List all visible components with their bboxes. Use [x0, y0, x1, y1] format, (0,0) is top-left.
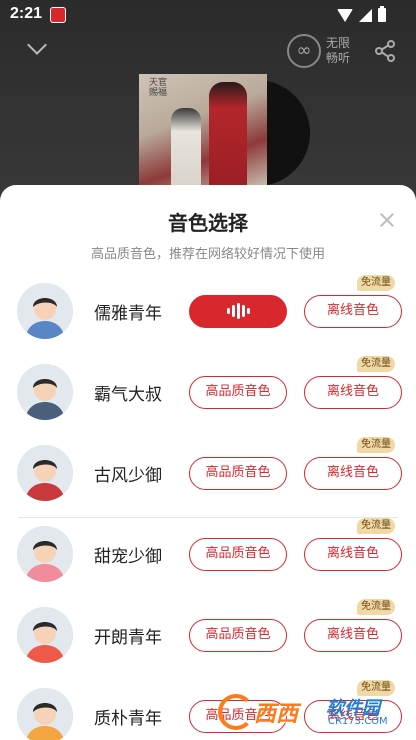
voice-avatar — [17, 607, 73, 663]
album-cover: 天官赐福 — [139, 74, 267, 186]
sheet-title: 音色选择 — [168, 211, 248, 235]
free-data-badge: 免流量 — [357, 599, 395, 615]
watermark-text: 西西 — [254, 702, 299, 727]
high-quality-voice-button[interactable]: 高品质音色 — [189, 457, 287, 490]
offline-voice-button[interactable]: 离线音色 — [304, 295, 402, 328]
offline-voice-button[interactable]: 离线音色 — [304, 376, 402, 409]
voice-name: 霸气大叔 — [94, 385, 162, 405]
sound-wave-icon — [226, 296, 250, 326]
wifi-icon — [337, 8, 353, 22]
voice-row: 开朗青年 高品质音色 离线音色 免流量 — [0, 599, 416, 680]
voice-list: 儒雅青年 离线音色 免流量 霸气大叔 高品质音色 离线音色 免流量 古风少御 高品质音色 离线… — [0, 275, 416, 740]
unlimited-label: 无限畅听 — [326, 36, 351, 65]
watermark-emblem — [218, 694, 254, 730]
voice-avatar — [17, 526, 73, 582]
free-data-badge: 免流量 — [357, 518, 395, 534]
battery-icon — [378, 6, 386, 22]
voice-name: 开朗青年 — [94, 628, 162, 648]
voice-row: 古风少御 高品质音色 离线音色 免流量 — [0, 437, 416, 518]
voice-avatar — [17, 364, 73, 420]
voice-name: 古风少御 — [94, 466, 162, 486]
close-icon[interactable] — [378, 211, 396, 229]
watermark-logo: 西西 软件园 CR173.COM — [218, 692, 398, 736]
offline-voice-button[interactable]: 离线音色 — [304, 457, 402, 490]
album-cover-title: 天官赐福 — [149, 78, 168, 98]
offline-voice-button[interactable]: 离线音色 — [304, 619, 402, 652]
sheet-subtitle: 高品质音色，推荐在网络较好情况下使用 — [90, 247, 325, 262]
free-data-badge: 免流量 — [357, 356, 395, 372]
high-quality-voice-button[interactable]: 高品质音色 — [189, 376, 287, 409]
high-quality-voice-button[interactable] — [189, 295, 287, 328]
offline-voice-button[interactable]: 离线音色 — [304, 538, 402, 571]
status-time: 2:21 — [10, 5, 43, 22]
album-figure-white — [171, 108, 201, 186]
status-bar: 2:21 — [0, 0, 416, 30]
high-quality-voice-button[interactable]: 高品质音色 — [189, 619, 287, 652]
voice-row: 甜宠少御 高品质音色 离线音色 免流量 — [0, 518, 416, 599]
voice-row: 儒雅青年 离线音色 免流量 — [0, 275, 416, 356]
voice-name: 儒雅青年 — [94, 304, 162, 324]
voice-row: 霸气大叔 高品质音色 离线音色 免流量 — [0, 356, 416, 437]
status-icons — [337, 6, 386, 22]
voice-name: 质朴青年 — [94, 709, 162, 729]
high-quality-voice-button[interactable]: 高品质音色 — [189, 538, 287, 571]
share-icon[interactable] — [374, 40, 396, 62]
voice-avatar — [17, 283, 73, 339]
free-data-badge: 免流量 — [357, 437, 395, 453]
infinity-icon: ∞ — [287, 34, 321, 68]
watermark-url: CR173.COM — [328, 716, 388, 727]
free-data-badge: 免流量 — [357, 275, 395, 291]
notification-app-icon — [50, 7, 66, 23]
voice-selection-sheet: 音色选择 高品质音色，推荐在网络较好情况下使用 儒雅青年 离线音色 免流量 霸气大叔… — [0, 185, 416, 740]
signal-icon — [359, 8, 372, 22]
collapse-chevron-icon[interactable] — [27, 41, 49, 55]
unlimited-listen-button[interactable]: ∞ 无限畅听 — [287, 34, 354, 68]
voice-avatar — [17, 688, 73, 740]
voice-avatar — [17, 445, 73, 501]
voice-name: 甜宠少御 — [94, 547, 162, 567]
album-figure-red — [209, 82, 247, 186]
